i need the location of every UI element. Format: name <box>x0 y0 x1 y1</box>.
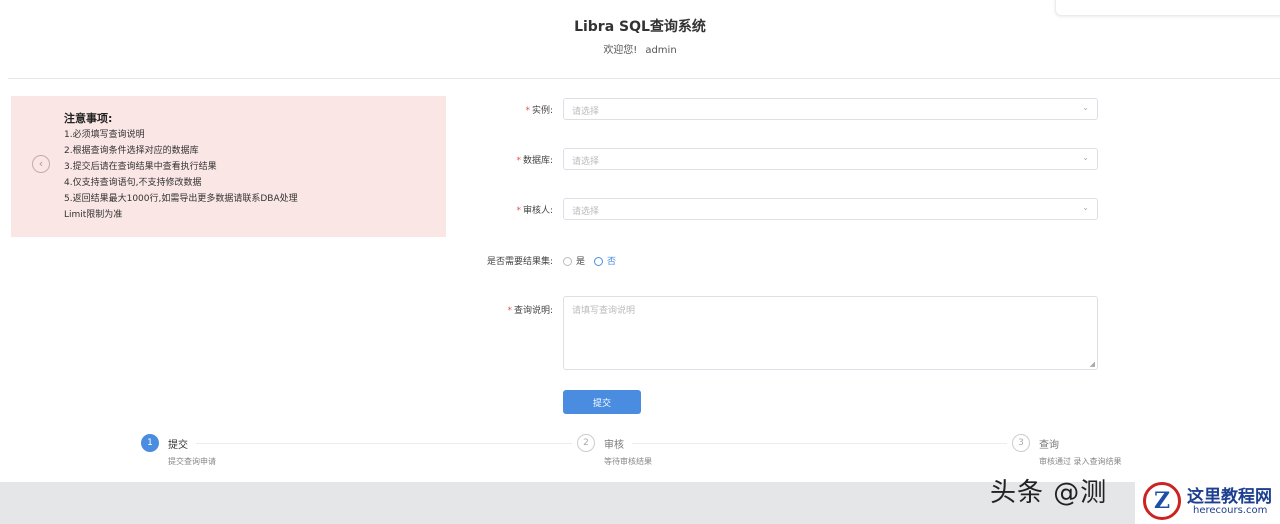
welcome-label: 欢迎您! <box>603 45 638 56</box>
database-select[interactable]: 请选择 ⌄ <box>563 148 1098 170</box>
database-placeholder: 请选择 <box>572 157 600 167</box>
chevron-down-icon: ⌄ <box>1082 203 1089 212</box>
notice-item: 4.仅支持查询语句,不支持修改数据 <box>64 178 202 188</box>
reviewer-placeholder: 请选择 <box>572 207 600 217</box>
top-right-card <box>1055 0 1280 16</box>
notice-panel: ‹ 注意事项: 1.必须填写查询说明 2.根据查询条件选择对应的数据库 3.提交… <box>11 96 446 237</box>
step-connector <box>632 443 1007 444</box>
instance-placeholder: 请选择 <box>572 107 600 117</box>
notice-item: 5.返回结果最大1000行,如需导出更多数据请联系DBA处理 <box>64 194 298 204</box>
notice-list: 1.必须填写查询说明 2.根据查询条件选择对应的数据库 3.提交后请在查询结果中… <box>64 129 439 225</box>
step-3-desc: 审核通过 录入查询结果 <box>1039 457 1122 466</box>
step-1-desc: 提交查询申请 <box>168 457 216 466</box>
step-2-circle: 2 <box>577 434 595 452</box>
radio-option-no[interactable]: 是 <box>563 254 585 267</box>
radio-circle-icon <box>563 257 572 266</box>
step-1-title: 提交 <box>168 440 188 451</box>
description-textarea[interactable]: 请填写查询说明 ◢ <box>563 296 1098 370</box>
step-1-circle: 1 <box>141 434 159 452</box>
page: Libra SQL查询系统 欢迎您! admin ‹ 注意事项: 1.必须填写查询… <box>0 0 1280 482</box>
reviewer-select[interactable]: 请选择 ⌄ <box>563 198 1098 220</box>
chevron-down-icon: ⌄ <box>1082 103 1089 112</box>
notice-item: Limit限制为准 <box>64 210 123 220</box>
user-greeting: 欢迎您! admin <box>0 41 1280 56</box>
reviewer-label: * 审核人: <box>516 206 553 216</box>
logo-mark-icon: Z <box>1143 482 1181 520</box>
chevron-down-icon: ⌄ <box>1082 153 1089 162</box>
site-logo: Z 这里教程网 herecours.com <box>1135 478 1280 524</box>
instance-select[interactable]: 请选择 ⌄ <box>563 98 1098 120</box>
notice-item: 3.提交后请在查询结果中查看执行结果 <box>64 162 217 172</box>
notice-title: 注意事项: <box>64 112 113 125</box>
database-label: * 数据库: <box>516 156 553 166</box>
resize-grip-icon[interactable]: ◢ <box>1090 360 1095 368</box>
description-label: * 查询说明: <box>507 306 553 316</box>
user-name-link[interactable]: admin <box>645 45 676 56</box>
radio-circle-icon <box>594 257 603 266</box>
instance-label: * 实例: <box>525 106 553 116</box>
step-2-desc: 等待审核结果 <box>604 457 652 466</box>
logo-en-text: herecours.com <box>1193 505 1268 516</box>
notice-item: 1.必须填写查询说明 <box>64 130 145 140</box>
watermark-text: 头条 @测 <box>990 478 1108 508</box>
step-3-title: 查询 <box>1039 440 1059 451</box>
logo-cn-text: 这里教程网 <box>1187 487 1272 507</box>
step-connector <box>196 443 572 444</box>
description-placeholder: 请填写查询说明 <box>572 306 636 316</box>
page-title: Libra SQL查询系统 <box>574 19 706 35</box>
radio-option-yes[interactable]: 否 <box>594 254 616 267</box>
result-set-label: 是否需要结果集: <box>486 257 553 267</box>
header-divider <box>8 78 1280 79</box>
submit-button[interactable]: 提交 <box>563 390 641 414</box>
collapse-arrow-icon[interactable]: ‹ <box>32 155 50 173</box>
step-3-circle: 3 <box>1012 434 1030 452</box>
step-2-title: 审核 <box>604 440 624 451</box>
notice-item: 2.根据查询条件选择对应的数据库 <box>64 146 199 156</box>
